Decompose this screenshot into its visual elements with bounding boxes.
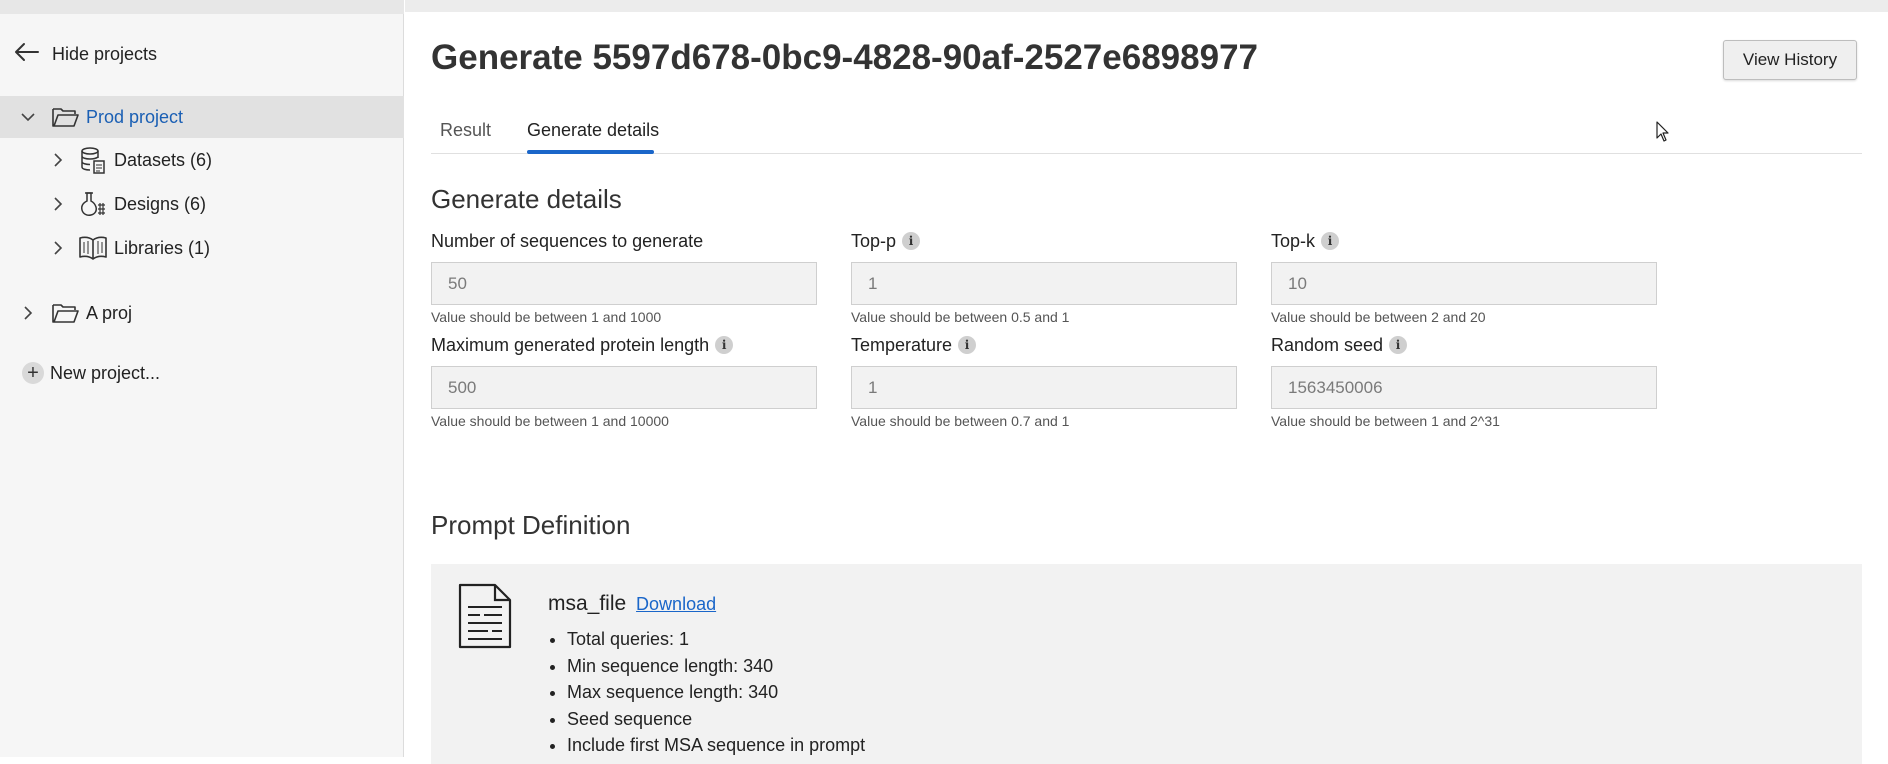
arrow-left-icon [14,42,40,67]
tab-generate-details[interactable]: Generate details [527,120,659,141]
prompt-file-card: msa_file Download Total queries: 1 Min s… [431,564,1862,764]
new-project-label: New project... [50,362,161,383]
field-label: Top-p i [851,228,1237,254]
active-tab-indicator [527,150,654,154]
field-label-text: Number of sequences to generate [431,230,704,251]
field-help-text: Value should be between 1 and 2^31 [1271,413,1500,429]
info-icon[interactable]: i [715,336,734,354]
info-icon[interactable]: i [902,232,921,250]
list-item: Min sequence length: 340 [567,653,865,680]
list-item: Seed sequence [567,706,865,733]
field-help-text: Value should be between 0.7 and 1 [851,413,1070,429]
top-p-input[interactable] [851,262,1237,305]
sidebar-top-strip [0,0,404,14]
field-max-length: Maximum generated protein length i Value … [431,332,817,429]
tree-item-libraries[interactable]: Libraries (1) [0,227,404,269]
book-icon [78,233,108,263]
field-top-k: Top-k i Value should be between 2 and 20 [1271,228,1657,325]
tab-bar: Result Generate details [431,110,1862,154]
project-name: A proj [86,302,133,323]
tree-item-designs[interactable]: Designs (6) [0,183,404,225]
document-icon [457,582,513,655]
field-label-text: Top-p [851,230,897,251]
project-name: Prod project [86,106,184,127]
chevron-right-icon[interactable] [18,303,38,323]
field-label: Number of sequences to generate [431,228,817,254]
max-length-input[interactable] [431,366,817,409]
field-label-text: Random seed [1271,334,1384,355]
file-title: msa_file Download [548,592,716,616]
tab-result[interactable]: Result [440,120,491,141]
info-icon[interactable]: i [1321,232,1340,250]
field-label: Top-k i [1271,228,1657,254]
tree-item-label: Datasets (6) [114,149,213,170]
field-help-text: Value should be between 1 and 1000 [431,309,662,325]
section-title-generate-details: Generate details [431,184,622,214]
info-icon[interactable]: i [958,336,977,354]
chevron-right-icon[interactable] [48,194,68,214]
chevron-right-icon[interactable] [48,150,68,170]
mouse-cursor-icon [1656,121,1670,148]
chevron-right-icon[interactable] [48,238,68,258]
temperature-input[interactable] [851,366,1237,409]
file-stats-list: Total queries: 1 Min sequence length: 34… [545,626,865,759]
random-seed-input[interactable] [1271,366,1657,409]
list-item: Total queries: 1 [567,626,865,653]
field-random-seed: Random seed i Value should be between 1 a… [1271,332,1657,429]
main-content: Generate 5597d678-0bc9-4828-90af-2527e68… [405,0,1888,764]
field-help-text: Value should be between 1 and 10000 [431,413,669,429]
field-help-text: Value should be between 0.5 and 1 [851,309,1070,325]
section-title-prompt-definition: Prompt Definition [431,510,631,540]
field-label-text: Temperature [851,334,953,355]
list-item: Max sequence length: 340 [567,679,865,706]
list-item: Include first MSA sequence in prompt [567,732,865,759]
plus-icon: + [22,362,44,384]
main-top-strip [405,0,1888,12]
flask-icon [78,189,108,219]
field-help-text: Value should be between 2 and 20 [1271,309,1486,325]
num-sequences-input[interactable] [431,262,817,305]
tree-item-label: Libraries (1) [114,237,211,258]
field-num-sequences: Number of sequences to generate Value sh… [431,228,817,325]
hide-projects-label: Hide projects [52,44,158,64]
file-name: msa_file [548,592,627,615]
page-title: Generate 5597d678-0bc9-4828-90af-2527e68… [431,38,1258,77]
hide-projects-button[interactable]: Hide projects [14,42,157,67]
project-item-a-proj[interactable]: A proj [0,292,404,334]
project-item-prod[interactable]: Prod project [0,96,404,138]
folder-open-icon [50,298,80,328]
top-k-input[interactable] [1271,262,1657,305]
new-project-button[interactable]: + New project... [22,362,160,384]
info-icon[interactable]: i [1389,336,1408,354]
folder-open-icon [50,102,80,132]
field-label: Temperature i [851,332,1237,358]
database-icon [78,145,108,175]
download-link[interactable]: Download [636,594,716,614]
chevron-down-icon[interactable] [18,107,38,127]
tree-item-datasets[interactable]: Datasets (6) [0,139,404,181]
tree-item-label: Designs (6) [114,193,207,214]
field-label: Random seed i [1271,332,1657,358]
field-top-p: Top-p i Value should be between 0.5 and 1 [851,228,1237,325]
project-sidebar: Hide projects Prod project Datasets (6) … [0,0,404,757]
field-temperature: Temperature i Value should be between 0.7… [851,332,1237,429]
view-history-button[interactable]: View History [1723,40,1857,80]
field-label-text: Top-k [1271,230,1316,251]
field-label-text: Maximum generated protein length [431,334,710,355]
field-label: Maximum generated protein length i [431,332,817,358]
